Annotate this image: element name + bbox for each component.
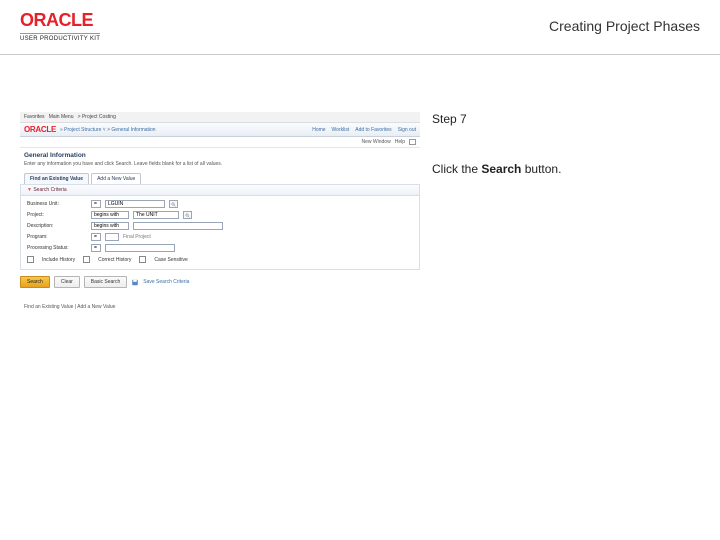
app-subbar: New Window Help (20, 137, 420, 148)
input-business-unit[interactable] (105, 200, 165, 208)
tab-add-new[interactable]: Add a New Value (91, 173, 141, 184)
button-row: Search Clear Basic Search Save Search Cr… (20, 270, 420, 296)
input-program[interactable] (105, 233, 119, 241)
app-brand: ORACLE (24, 125, 56, 134)
checkbox-case-sensitive[interactable] (139, 256, 146, 263)
footer-tabs-note: Find an Existing Value | Add a New Value (20, 296, 420, 310)
row-project: Project: (27, 211, 413, 219)
app-brand-bar: ORACLE » Project Structure ˅ > General I… (20, 123, 420, 137)
subbar-help[interactable]: Help (395, 139, 405, 145)
app-topnav: Favorites Main Menu > Project Costing (20, 112, 420, 123)
instr-bold: Search (481, 162, 521, 176)
brand-text: ORACLE (20, 10, 100, 31)
op-project[interactable] (91, 211, 129, 219)
option-row: Include History Correct History Case Sen… (27, 256, 413, 263)
label-processing-status: Processing Status: (27, 245, 87, 251)
op-description[interactable] (91, 222, 129, 230)
opt-include-history: Include History (42, 257, 75, 263)
brand-logo: ORACLE USER PRODUCTIVITY KIT (20, 10, 100, 42)
nav-costing[interactable]: Project Costing (82, 114, 116, 120)
op-program[interactable] (91, 233, 101, 241)
step-label: Step 7 (432, 112, 561, 126)
opt-correct-history: Correct History (98, 257, 131, 263)
hint-program: Final Project (123, 234, 151, 240)
save-search-link[interactable]: Save Search Criteria (143, 279, 189, 285)
instr-pre: Click the (432, 162, 481, 176)
subbar-icon[interactable] (409, 139, 416, 145)
opt-case-sensitive: Case Sensitive (154, 257, 187, 263)
input-processing-status[interactable] (105, 244, 175, 252)
page-title: Creating Project Phases (549, 18, 700, 34)
save-icon (131, 279, 139, 286)
section-title: General Information (20, 148, 420, 161)
row-program: Program: Final Project (27, 233, 413, 241)
instruction-body: Click the Search button. (432, 162, 561, 176)
lookup-icon[interactable] (169, 200, 178, 208)
search-button[interactable]: Search (20, 276, 50, 288)
checkbox-include-history[interactable] (27, 256, 34, 263)
label-project: Project: (27, 212, 87, 218)
basic-search-button[interactable]: Basic Search (84, 276, 127, 288)
input-description[interactable] (133, 222, 223, 230)
search-criteria-header[interactable]: ▼ Search Criteria (20, 184, 420, 195)
instr-post: button. (521, 162, 561, 176)
link-signout[interactable]: Sign out (398, 127, 416, 133)
nav-mainmenu[interactable]: Main Menu (49, 114, 74, 120)
search-criteria-body: Business Unit: Project: Description: Pro… (20, 195, 420, 270)
row-business-unit: Business Unit: (27, 200, 413, 208)
row-processing-status: Processing Status: (27, 244, 413, 252)
row-description: Description: (27, 222, 413, 230)
instruction-panel: Step 7 Click the Search button. (432, 112, 561, 176)
label-business-unit: Business Unit: (27, 201, 87, 207)
link-home[interactable]: Home (312, 127, 325, 133)
op-processing-status[interactable] (91, 244, 101, 252)
brand-subtext: USER PRODUCTIVITY KIT (20, 33, 100, 42)
label-program: Program: (27, 234, 87, 240)
link-favorites[interactable]: Add to Favorites (355, 127, 391, 133)
nav-favorites[interactable]: Favorites (24, 114, 45, 120)
lookup-icon[interactable] (183, 211, 192, 219)
breadcrumb[interactable]: » Project Structure ˅ > General Informat… (60, 127, 156, 133)
subbar-new-window[interactable]: New Window (362, 139, 391, 145)
search-criteria-label: Search Criteria (33, 187, 66, 193)
clear-button[interactable]: Clear (54, 276, 80, 288)
link-worklist[interactable]: Worklist (332, 127, 350, 133)
input-project[interactable] (133, 211, 179, 219)
tab-find-existing[interactable]: Find an Existing Value (24, 173, 89, 184)
tabs: Find an Existing Value Add a New Value (20, 173, 420, 184)
app-screenshot: Favorites Main Menu > Project Costing OR… (20, 112, 420, 310)
checkbox-correct-history[interactable] (83, 256, 90, 263)
op-business-unit[interactable] (91, 200, 101, 208)
collapse-icon: ▼ (27, 187, 32, 193)
header-rule (0, 54, 720, 55)
label-description: Description: (27, 223, 87, 229)
section-desc: Enter any information you have and click… (20, 161, 420, 173)
